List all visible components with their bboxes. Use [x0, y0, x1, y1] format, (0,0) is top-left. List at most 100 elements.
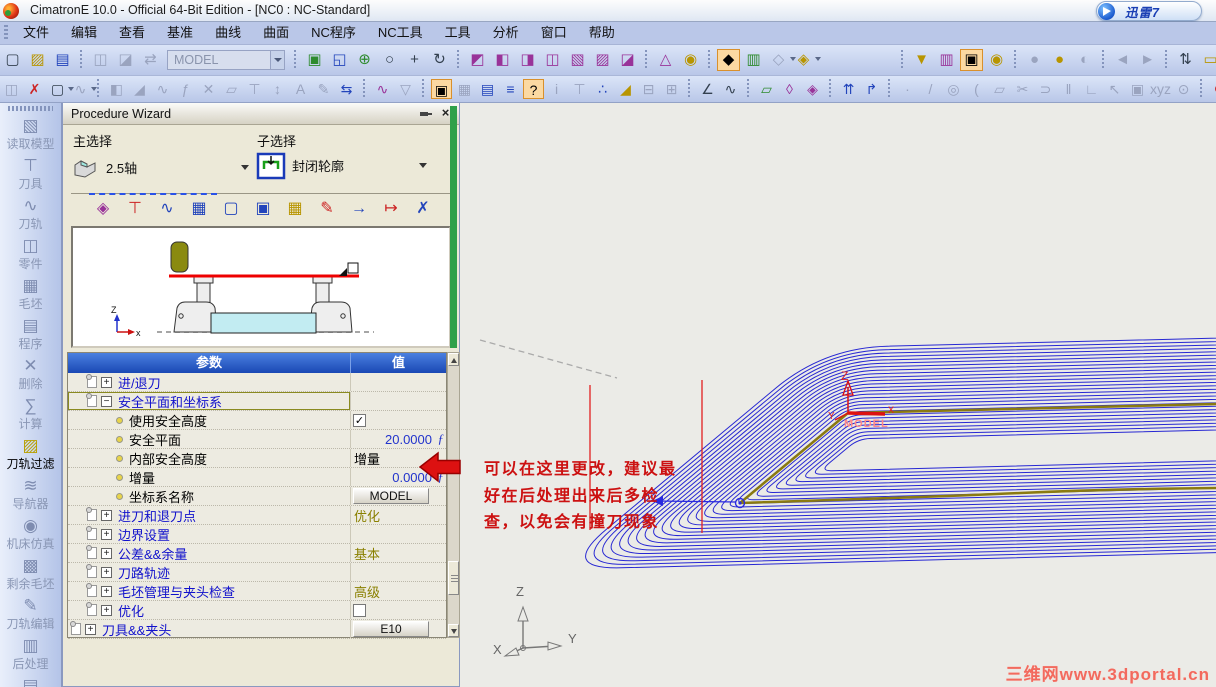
- edit-nodes-icon[interactable]: ∴: [592, 79, 613, 99]
- circle-create-icon[interactable]: ◎: [943, 79, 964, 99]
- point-create-icon[interactable]: ·: [897, 79, 918, 99]
- flatten-face-icon[interactable]: ▱: [221, 79, 242, 99]
- view-top-icon[interactable]: ▨: [591, 49, 614, 71]
- param-row[interactable]: 增量 0.0000 ƒ: [68, 468, 446, 487]
- menu-item[interactable]: 文件: [12, 22, 60, 44]
- graphics-viewport[interactable]: 可以在这里更改，建议最 好在后处理出来后多检 查，以免会有撞刀现象 Z x Y …: [460, 103, 1216, 687]
- xyz-point-icon[interactable]: xyz: [1150, 79, 1171, 99]
- pin-geometry-icon[interactable]: ⊤: [244, 79, 265, 99]
- menu-item[interactable]: 编辑: [60, 22, 108, 44]
- sketcher-icon[interactable]: ✎: [313, 79, 334, 99]
- save-file-icon[interactable]: ▤: [51, 49, 74, 71]
- orient-view-icon[interactable]: △: [654, 49, 677, 71]
- param-row[interactable]: + 刀路轨迹: [68, 563, 446, 582]
- zoom-dynamic-icon[interactable]: ○: [378, 49, 401, 71]
- previous-view-icon[interactable]: ◄: [1111, 49, 1134, 71]
- view-iso-icon[interactable]: ◩: [466, 49, 489, 71]
- sub-select-combo[interactable]: 封闭轮廓: [255, 147, 427, 183]
- surface-fold-icon[interactable]: ◊: [779, 79, 800, 99]
- param-cell[interactable]: + 优化: [68, 601, 351, 619]
- read-model-icon[interactable]: ◫: [89, 49, 112, 71]
- zoom-fit-icon[interactable]: ▣: [303, 49, 326, 71]
- curve-preview-icon[interactable]: ∿: [372, 79, 393, 99]
- undo-toolpath-icon[interactable]: ↺: [1209, 79, 1216, 99]
- lasso-pick-icon[interactable]: ∿: [70, 79, 97, 99]
- new-file-icon[interactable]: ▢: [1, 49, 24, 71]
- toolpath-select-icon[interactable]: ▣: [960, 49, 983, 71]
- param-row[interactable]: + 优化: [68, 601, 446, 620]
- apply-exit-icon[interactable]: ↦: [378, 197, 404, 221]
- delete-curve-icon[interactable]: ✕: [198, 79, 219, 99]
- machine-setup-icon[interactable]: ▦: [186, 197, 212, 221]
- collapse-tree-icon[interactable]: ⊟: [638, 79, 659, 99]
- value-cell[interactable]: [351, 601, 446, 619]
- value-cell[interactable]: [351, 525, 446, 543]
- plane-2-icon[interactable]: ▱: [989, 79, 1010, 99]
- plane-create-icon[interactable]: ▱: [756, 79, 777, 99]
- param-row[interactable]: + 刀具&&夹头 E10: [68, 620, 446, 639]
- param-value[interactable]: 20.0000: [385, 432, 432, 447]
- filter-funnel-icon[interactable]: ▽: [395, 79, 416, 99]
- procedure-template-icon[interactable]: ◈: [90, 197, 116, 221]
- view-left-icon[interactable]: ◫: [541, 49, 564, 71]
- param-column-header[interactable]: 参数: [68, 353, 351, 373]
- expand-icon[interactable]: +: [101, 585, 112, 597]
- param-row[interactable]: + 边界设置: [68, 525, 446, 544]
- sidebar-item-calculate[interactable]: ∑ 计算: [0, 395, 61, 435]
- param-row[interactable]: 内部安全高度 增量: [68, 449, 446, 468]
- detail-lines-icon[interactable]: ≡: [500, 79, 521, 99]
- param-cell[interactable]: + 刀路轨迹: [68, 563, 351, 581]
- sidebar-item-toolpath-edit[interactable]: ✎ 刀轨编辑: [0, 595, 61, 635]
- value-cell[interactable]: 高级: [351, 582, 446, 600]
- param-cell[interactable]: − 安全平面和坐标系: [68, 392, 351, 410]
- light-entities-icon[interactable]: ●: [1048, 49, 1071, 71]
- chevron-down-icon[interactable]: [91, 87, 97, 91]
- expand-tree-icon[interactable]: ⊞: [661, 79, 682, 99]
- menu-item[interactable]: 曲线: [204, 22, 252, 44]
- function-icon[interactable]: ƒ: [438, 431, 445, 447]
- menu-item[interactable]: 分析: [482, 22, 530, 44]
- value-cell[interactable]: [351, 392, 446, 410]
- exit-wizard-icon[interactable]: ✗: [410, 197, 436, 221]
- list-view-icon[interactable]: ▤: [477, 79, 498, 99]
- param-cell[interactable]: 内部安全高度: [68, 449, 351, 467]
- param-value-button[interactable]: E10: [353, 621, 429, 637]
- cutter-icon[interactable]: ⊤: [122, 197, 148, 221]
- context-help-icon[interactable]: ?: [523, 79, 544, 99]
- delete-face-icon[interactable]: ◢: [129, 79, 150, 99]
- expand-icon[interactable]: +: [101, 376, 112, 388]
- shaded-display-icon[interactable]: ◆: [717, 49, 740, 71]
- drag-geometry-icon[interactable]: ↕: [267, 79, 288, 99]
- model-selector-combo[interactable]: MODEL: [167, 50, 285, 70]
- split-curve-icon[interactable]: ‖: [1058, 79, 1079, 99]
- toolpath-points-icon[interactable]: ◉: [985, 49, 1008, 71]
- param-row[interactable]: + 进/退刀: [68, 373, 446, 392]
- sidebar-item-remaining-stock[interactable]: ▩ 剩余毛坯: [0, 555, 61, 595]
- scale-text-icon[interactable]: A: [290, 79, 311, 99]
- view-front-icon[interactable]: ◧: [491, 49, 514, 71]
- curve-function-icon[interactable]: ƒ: [175, 79, 196, 99]
- param-row[interactable]: + 公差&&余量 基本: [68, 544, 446, 563]
- sidebar-item-part[interactable]: ◫ 零件: [0, 235, 61, 275]
- param-cell[interactable]: + 边界设置: [68, 525, 351, 543]
- value-cell[interactable]: MODEL: [351, 487, 446, 505]
- info-icon[interactable]: i: [546, 79, 567, 99]
- view-bottom-icon[interactable]: ◪: [616, 49, 639, 71]
- table-scrollbar[interactable]: [447, 352, 460, 638]
- transparent-display-icon[interactable]: ◇: [767, 49, 796, 71]
- param-row[interactable]: 坐标系名称 MODEL: [68, 487, 446, 506]
- box-pick-icon[interactable]: ▢: [47, 79, 74, 99]
- value-column-header[interactable]: 值: [351, 353, 446, 373]
- mesh-surface-icon[interactable]: ◈: [802, 79, 823, 99]
- sidebar-item-toolpath[interactable]: ∿ 刀轨: [0, 195, 61, 235]
- param-value[interactable]: 优化: [354, 506, 380, 525]
- next-view-icon[interactable]: ►: [1136, 49, 1159, 71]
- wizard-title-bar[interactable]: Procedure Wizard ×: [63, 103, 459, 125]
- menu-item[interactable]: 曲面: [252, 22, 300, 44]
- measure-icon[interactable]: ▭: [1199, 49, 1216, 71]
- param-cell[interactable]: + 公差&&余量: [68, 544, 351, 562]
- simulate-screen-icon[interactable]: ▣: [250, 197, 276, 221]
- rotate-view-icon[interactable]: ↻: [428, 49, 451, 71]
- measure-angle-icon[interactable]: ∠: [697, 79, 718, 99]
- pick-light-icon[interactable]: ◐: [1073, 49, 1096, 71]
